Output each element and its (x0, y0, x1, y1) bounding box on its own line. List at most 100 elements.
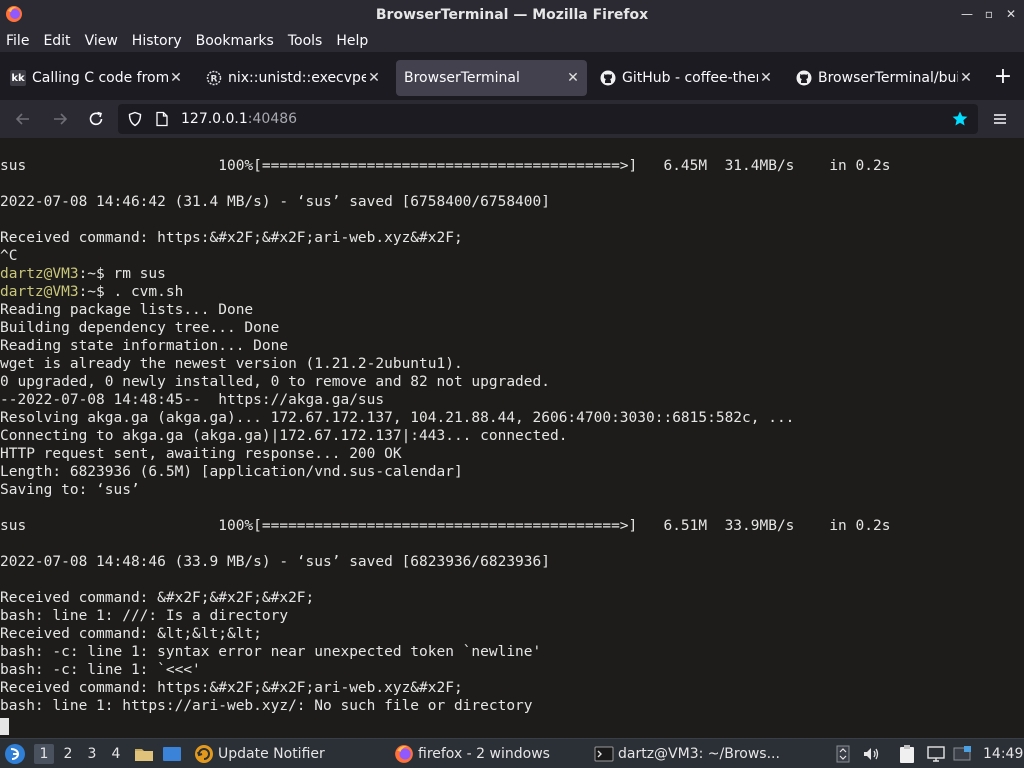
terminal-line: 2022-07-08 14:46:42 (31.4 MB/s) - ‘sus’ … (0, 194, 550, 210)
menu-file[interactable]: File (6, 33, 29, 49)
url-host: 127.0.0.1 (181, 111, 248, 127)
screen-icon (953, 746, 971, 761)
tab-browserterminal[interactable]: BrowserTerminal ✕ (396, 60, 587, 96)
minimize-icon[interactable]: — (960, 6, 974, 22)
terminal-cursor (0, 718, 9, 735)
tab-label: Calling C code from (32, 70, 168, 86)
network-icon (927, 746, 945, 762)
terminal-line: bash: -c: line 1: `<<<' (0, 662, 201, 678)
url-text: 127.0.0.1:40486 (181, 111, 297, 127)
workspace-1[interactable]: 1 (34, 744, 54, 764)
url-bar[interactable]: 127.0.0.1:40486 (118, 104, 978, 134)
terminal-command: :~$ . cvm.sh (78, 284, 184, 300)
app-menu-button[interactable] (989, 108, 1011, 130)
file-manager-launcher[interactable] (134, 739, 154, 768)
terminal-line: 2022-07-08 14:48:46 (33.9 MB/s) - ‘sus’ … (0, 554, 550, 570)
new-tab-button[interactable]: + (990, 64, 1016, 90)
terminal-line: bash: -c: line 1: syntax error near unex… (0, 644, 542, 660)
desktop-icon (163, 747, 181, 761)
terminal-line: Received command: https:&#x2F;&#x2F;ari-… (0, 680, 463, 696)
menu-view[interactable]: View (85, 33, 118, 49)
maximize-icon[interactable]: ▫ (982, 6, 996, 22)
close-tab-icon[interactable]: ✕ (168, 70, 184, 86)
window-titlebar: BrowserTerminal — Mozilla Firefox — ▫ ✕ (0, 0, 1024, 30)
svg-text:R: R (211, 75, 218, 85)
taskbar-app-label: dartz@VM3: ~/Brows... (618, 746, 780, 762)
menu-tools[interactable]: Tools (288, 33, 323, 49)
kk-favicon-icon: kk (10, 70, 26, 86)
volume-control[interactable] (862, 739, 880, 768)
tab-github-coffee-theme[interactable]: GitHub - coffee-them ✕ (598, 60, 780, 96)
taskbar: 1 2 3 4 Update Notifier firefox - 2 wind… (0, 738, 1024, 768)
terminal-icon (594, 746, 614, 762)
shield-icon[interactable] (127, 111, 143, 127)
start-menu-button[interactable] (4, 739, 26, 768)
terminal-output[interactable]: sus 100%[===============================… (0, 138, 1024, 738)
tab-browserterminal-build[interactable]: BrowserTerminal/buil ✕ (794, 60, 980, 96)
terminal-prompt: dartz@VM3 (0, 266, 79, 282)
terminal-line: Saving to: ‘sus’ (0, 482, 140, 498)
terminal-line: Reading state information... Done (0, 338, 289, 354)
close-tab-icon[interactable]: ✕ (366, 70, 382, 86)
menu-help[interactable]: Help (336, 33, 368, 49)
close-tab-icon[interactable]: ✕ (958, 70, 974, 86)
reload-button[interactable] (85, 108, 107, 130)
workspace-4[interactable]: 4 (106, 744, 126, 764)
taskbar-app-label: firefox - 2 windows (418, 746, 550, 762)
back-arrow-icon (15, 113, 29, 125)
terminal-line: Length: 6823936 (6.5M) [application/vnd.… (0, 464, 463, 480)
tray-arrows-icon (836, 745, 850, 763)
navigation-toolbar: 127.0.0.1:40486 (0, 100, 1024, 138)
network-status[interactable] (926, 739, 946, 768)
close-tab-icon[interactable]: ✕ (758, 70, 774, 86)
tab-label: BrowserTerminal (404, 70, 520, 86)
taskbar-app-firefox[interactable]: firefox - 2 windows (394, 739, 550, 768)
firefox-logo-icon (6, 6, 22, 22)
terminal-line: Connecting to akga.ga (akga.ga)|172.67.1… (0, 428, 568, 444)
terminal-line: --2022-07-08 14:48:45-- https://akga.ga/… (0, 392, 385, 408)
workspace-2[interactable]: 2 (58, 744, 78, 764)
terminal-prompt: dartz@VM3 (0, 284, 79, 300)
hamburger-menu-icon (994, 114, 1006, 124)
rust-icon: R (206, 70, 222, 86)
start-menu-icon (5, 744, 25, 764)
tab-strip: kk Calling C code from ✕ R nix::unistd::… (0, 56, 1024, 98)
tab-label: nix::unistd::execvpe (228, 70, 366, 86)
bookmark-star-icon[interactable] (951, 110, 969, 128)
tray-scroll-button[interactable] (836, 739, 850, 768)
github-icon (796, 70, 812, 86)
page-info-icon[interactable] (155, 111, 169, 127)
menu-history[interactable]: History (132, 33, 182, 49)
reload-icon (89, 111, 103, 126)
menu-bar: File Edit View History Bookmarks Tools H… (0, 30, 1024, 52)
back-button[interactable] (12, 108, 34, 130)
menu-bookmarks[interactable]: Bookmarks (196, 33, 274, 49)
terminal-line: sus 100%[===============================… (0, 518, 891, 534)
url-port: :40486 (247, 111, 298, 127)
menu-edit[interactable]: Edit (43, 33, 70, 49)
tab-calling-c-code[interactable]: kk Calling C code from ✕ (6, 60, 190, 96)
tab-label: GitHub - coffee-them (622, 70, 758, 86)
clipboard-manager[interactable] (898, 739, 916, 768)
forward-arrow-icon (54, 113, 68, 125)
forward-button[interactable] (49, 108, 71, 130)
terminal-line: dartz@VM3:~$ rm sus (0, 265, 166, 283)
clock[interactable]: 14:49 (983, 739, 1023, 768)
terminal-line: ^C (0, 248, 18, 264)
taskbar-app-update-notifier[interactable]: Update Notifier (194, 739, 325, 768)
terminal-line: Received command: &#x2F;&#x2F;&#x2F; (0, 590, 315, 606)
tab-nix-execvpe[interactable]: R nix::unistd::execvpe ✕ (200, 60, 388, 96)
notifications-tray[interactable] (952, 739, 972, 768)
firefox-icon (395, 745, 413, 763)
close-window-icon[interactable]: ✕ (1004, 6, 1018, 22)
taskbar-app-terminal[interactable]: dartz@VM3: ~/Brows... (594, 739, 780, 768)
close-tab-icon[interactable]: ✕ (565, 70, 581, 86)
workspace-3[interactable]: 3 (82, 744, 102, 764)
tab-label: BrowserTerminal/buil (818, 70, 958, 86)
github-icon (600, 70, 616, 86)
terminal-line: bash: line 1: ///: Is a directory (0, 608, 289, 624)
terminal-line: Resolving akga.ga (akga.ga)... 172.67.17… (0, 410, 795, 426)
terminal-line: bash: line 1: https://ari-web.xyz/: No s… (0, 698, 533, 714)
show-desktop-button[interactable] (162, 739, 182, 768)
folder-icon (135, 749, 153, 761)
